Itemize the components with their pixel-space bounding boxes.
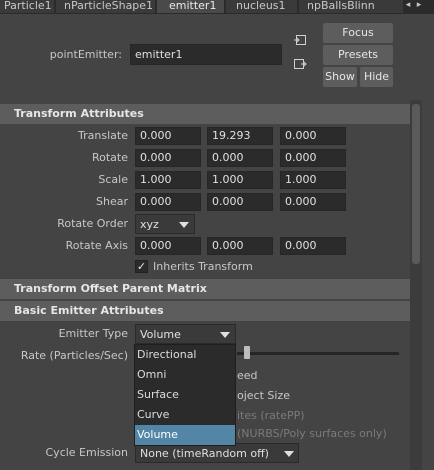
tab-scroll-right-icon[interactable]: ▸: [414, 0, 424, 13]
inherits-transform-checkbox[interactable]: ✓: [135, 260, 148, 273]
menu-item-volume[interactable]: Volume: [135, 425, 235, 445]
partial-label-surfaces: (NURBS/Poly surfaces only): [237, 427, 387, 440]
tab-nucleus1[interactable]: nucleus1: [226, 0, 298, 13]
tab-scroll-left-icon[interactable]: ◂: [403, 0, 413, 13]
emitter-type-value: Volume: [140, 328, 181, 341]
rotate-order-value: xyz: [140, 218, 159, 231]
cycle-emission-value: None (timeRandom off): [140, 447, 269, 460]
rate-slider-handle[interactable]: [244, 346, 250, 359]
scale-z-field[interactable]: 1.000: [280, 171, 346, 189]
menu-item-surface[interactable]: Surface: [135, 385, 235, 405]
rotate-axis-y-field[interactable]: 0.000: [207, 237, 273, 255]
partial-label-object-size: oject Size: [237, 389, 290, 402]
shear-x-field[interactable]: 0.000: [135, 193, 201, 211]
chevron-down-icon: [220, 332, 230, 338]
rate-slider-track[interactable]: [237, 352, 399, 355]
focus-output-icon[interactable]: [293, 57, 307, 71]
scale-x-field[interactable]: 1.000: [135, 171, 201, 189]
rotate-y-field[interactable]: 0.000: [207, 149, 273, 167]
focus-button[interactable]: Focus: [323, 23, 393, 43]
rotate-order-dropdown[interactable]: xyz: [135, 214, 195, 234]
emitter-type-dropdown[interactable]: Volume: [135, 324, 236, 344]
emitter-type-menu: Directional Omni Surface Curve Volume: [134, 344, 236, 446]
tab-nparticleshape1[interactable]: nParticleShape1: [56, 0, 156, 13]
presets-button[interactable]: Presets: [323, 45, 393, 65]
rotate-label: Rotate: [91, 151, 128, 164]
shear-y-field[interactable]: 0.000: [207, 193, 273, 211]
rotate-x-field[interactable]: 0.000: [135, 149, 201, 167]
hide-button[interactable]: Hide: [360, 67, 393, 87]
rotate-order-label: Rotate Order: [57, 217, 128, 230]
rotate-axis-label: Rotate Axis: [65, 239, 128, 252]
tab-particle1[interactable]: Particle1: [0, 0, 55, 13]
inherits-transform-label: Inherits Transform: [153, 260, 253, 273]
scale-label: Scale: [98, 173, 128, 186]
scrollbar-thumb[interactable]: [412, 104, 420, 264]
chevron-down-icon: [284, 451, 294, 457]
rotate-axis-x-field[interactable]: 0.000: [135, 237, 201, 255]
menu-item-omni[interactable]: Omni: [135, 365, 235, 385]
rotate-z-field[interactable]: 0.000: [280, 149, 346, 167]
rate-label: Rate (Particles/Sec): [20, 349, 128, 362]
cycle-emission-dropdown[interactable]: None (timeRandom off): [135, 443, 299, 463]
translate-label: Translate: [78, 129, 128, 142]
section-transform-offset-parent-matrix[interactable]: Transform Offset Parent Matrix: [0, 279, 410, 299]
menu-item-directional[interactable]: Directional: [135, 345, 235, 365]
tab-npballsblinn[interactable]: npBallsBlinn: [299, 0, 404, 13]
partial-label-rate-pp: ites (ratePP): [237, 409, 305, 422]
show-button[interactable]: Show: [323, 67, 357, 87]
section-transform-attributes[interactable]: Transform Attributes: [0, 104, 410, 124]
cycle-emission-label: Cycle Emission: [45, 446, 129, 459]
translate-x-field[interactable]: 0.000: [135, 127, 201, 145]
chevron-down-icon: [179, 222, 189, 228]
rotate-axis-z-field[interactable]: 0.000: [280, 237, 346, 255]
shear-label: Shear: [96, 195, 128, 208]
partial-label-speed: eed: [237, 369, 258, 382]
focus-input-icon[interactable]: [293, 33, 307, 47]
translate-y-field[interactable]: 19.293: [207, 127, 273, 145]
shear-z-field[interactable]: 0.000: [280, 193, 346, 211]
node-label: pointEmitter:: [49, 48, 122, 61]
translate-z-field[interactable]: 0.000: [280, 127, 346, 145]
emitter-type-label: Emitter Type: [58, 327, 128, 340]
tab-emitter1[interactable]: emitter1: [157, 0, 225, 13]
section-basic-emitter-attributes[interactable]: Basic Emitter Attributes: [0, 301, 410, 321]
node-name-field[interactable]: emitter1: [130, 44, 282, 65]
scale-y-field[interactable]: 1.000: [207, 171, 273, 189]
menu-item-curve[interactable]: Curve: [135, 405, 235, 425]
